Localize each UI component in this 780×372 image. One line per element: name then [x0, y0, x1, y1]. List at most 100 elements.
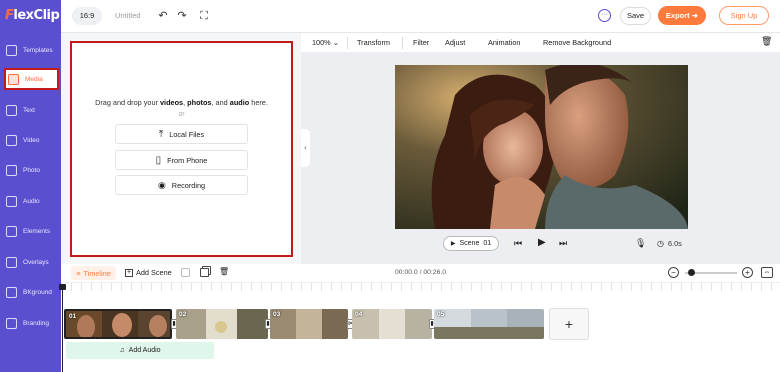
edit-toolbar: 100% ⌄ Transform Filter Adjust Animation…	[301, 33, 780, 53]
arrow-right-icon: ➜	[691, 11, 699, 20]
timeline-toolbar: ≡ Timeline + Add Scene 🗑 00:00.0 / 00:26…	[61, 264, 780, 282]
sidebar-item-elements[interactable]: Elements	[0, 219, 61, 243]
branding-icon	[6, 317, 17, 329]
photo-icon	[6, 164, 17, 176]
clip-thumbnail	[352, 309, 432, 339]
zoom-in-icon[interactable]: +	[742, 267, 753, 278]
sidebar-item-bkground[interactable]: BKground	[0, 280, 61, 304]
timeline-tracks: 01 ▮ 02 ▮ 03 ⋈ 04 ▮ 05 + ♫ Add Audio	[59, 282, 780, 372]
media-drop-zone[interactable]: Drag and drop your videos, photos, and a…	[70, 41, 293, 257]
trash-icon[interactable]: 🗑	[761, 36, 772, 47]
remove-background-button[interactable]: Remove Background	[543, 38, 611, 47]
add-scene-icon: +	[125, 268, 133, 277]
sidebar-item-label: Overlays	[23, 258, 49, 266]
sidebar-item-video[interactable]: Video	[0, 128, 61, 152]
video-preview[interactable]	[395, 65, 688, 229]
transform-button[interactable]: Transform	[357, 38, 390, 47]
music-icon: ♫	[119, 347, 125, 354]
undo-icon[interactable]: ↶	[156, 9, 170, 23]
collapse-panel-icon[interactable]: ‹	[301, 129, 310, 167]
sidebar-item-label: Templates	[23, 46, 53, 54]
save-button[interactable]: Save	[620, 7, 651, 25]
camera-icon[interactable]	[181, 268, 190, 277]
from-phone-button[interactable]: ▯ From Phone	[115, 150, 248, 170]
overlays-icon	[6, 256, 17, 268]
clip-05[interactable]: 05	[434, 309, 544, 339]
clip-02[interactable]: 02	[176, 309, 268, 339]
clip-thumbnail	[66, 311, 170, 337]
video-icon	[6, 134, 17, 146]
aspect-ratio-button[interactable]: 16:9	[72, 7, 102, 25]
recording-button[interactable]: ◉ Recording	[115, 175, 248, 195]
project-title[interactable]: Untitled	[115, 11, 140, 20]
sidebar-item-overlays[interactable]: Overlays	[0, 250, 61, 274]
animation-button[interactable]: Animation	[488, 38, 520, 47]
trash-icon[interactable]: 🗑	[219, 267, 229, 276]
clip-thumbnail	[270, 309, 348, 339]
fullscreen-icon[interactable]: ⛶	[197, 9, 211, 23]
clip-01[interactable]: 01	[64, 309, 172, 339]
phone-icon: ▯	[155, 154, 162, 166]
zoom-slider-handle[interactable]	[688, 269, 695, 276]
playback-controls: ▶ Scene 01 ⏮ ▶ ⏭ 🎙 ◷ 6.0s	[395, 233, 688, 253]
filter-button[interactable]: Filter	[413, 38, 429, 47]
clip-03[interactable]: 03	[270, 309, 348, 339]
media-panel: Drag and drop your videos, photos, and a…	[61, 33, 301, 264]
duplicate-icon[interactable]	[200, 268, 209, 277]
sidebar-item-media[interactable]: Media	[4, 68, 59, 90]
timeline-icon: ≡	[76, 268, 81, 278]
sidebar-item-label: Photo	[23, 166, 40, 174]
play-icon[interactable]: ▶	[538, 237, 546, 249]
scene-selector[interactable]: ▶ Scene 01	[443, 236, 499, 251]
clip-04[interactable]: 04	[352, 309, 432, 339]
divider	[402, 37, 403, 49]
text-icon	[6, 104, 17, 116]
sidebar-item-audio[interactable]: Audio	[0, 189, 61, 213]
chevron-down-icon: ⌄	[332, 38, 339, 47]
timeline-ruler[interactable]	[61, 283, 780, 291]
divider	[347, 37, 348, 49]
sidebar-item-templates[interactable]: Templates	[0, 38, 61, 62]
elements-icon	[6, 225, 17, 237]
record-icon: ◉	[157, 179, 166, 190]
sidebar-item-text[interactable]: Text	[0, 98, 61, 122]
preview-area: ▶ Scene 01 ⏮ ▶ ⏭ 🎙 ◷ 6.0s	[301, 53, 780, 264]
redo-icon[interactable]: ↷	[175, 9, 189, 23]
media-icon	[8, 73, 19, 85]
templates-icon	[6, 44, 17, 56]
zoom-out-icon[interactable]: −	[668, 267, 679, 278]
timeline-time: 00:00.0 / 00:26.0	[395, 269, 447, 276]
add-scene-button[interactable]: + Add Scene	[125, 268, 172, 277]
upload-icon: ⤒	[158, 128, 164, 140]
sidebar-item-label: Video	[23, 136, 40, 144]
sidebar: FlexClip Templates Media Text Video Phot…	[0, 0, 61, 372]
adjust-button[interactable]: Adjust	[445, 38, 465, 47]
sidebar-item-label: Media	[25, 75, 43, 83]
play-small-icon: ▶	[450, 241, 456, 247]
sidebar-item-branding[interactable]: Branding	[0, 311, 61, 335]
playhead[interactable]	[59, 284, 66, 372]
next-icon[interactable]: ⏭	[559, 237, 567, 249]
export-button[interactable]: Export ➜	[658, 6, 706, 25]
sidebar-item-label: BKground	[23, 288, 52, 296]
chat-icon[interactable]: ···	[598, 9, 611, 22]
fit-timeline-icon[interactable]: ⇔	[761, 267, 773, 278]
sidebar-item-photo[interactable]: Photo	[0, 158, 61, 182]
add-clip-button[interactable]: +	[549, 308, 589, 340]
clip-thumbnail	[434, 309, 544, 339]
sign-up-button[interactable]: Sign Up	[719, 6, 769, 25]
clock-icon: ◷	[657, 239, 664, 248]
timeline-tab[interactable]: ≡ Timeline	[71, 266, 116, 280]
couple-kiss-image	[395, 65, 688, 229]
local-files-button[interactable]: ⤒ Local Files	[115, 124, 248, 144]
microphone-icon[interactable]: 🎙	[635, 237, 646, 249]
drop-instructions: Drag and drop your videos, photos, and a…	[95, 98, 268, 107]
scene-duration[interactable]: 6.0s	[668, 239, 682, 248]
previous-icon[interactable]: ⏮	[514, 237, 522, 249]
sidebar-item-label: Branding	[23, 319, 50, 327]
zoom-select[interactable]: 100% ⌄	[312, 38, 339, 47]
flexclip-logo[interactable]: FlexClip	[5, 8, 60, 23]
or-label: or	[178, 111, 185, 118]
add-audio-button[interactable]: ♫ Add Audio	[66, 342, 214, 359]
audio-icon	[6, 195, 17, 207]
